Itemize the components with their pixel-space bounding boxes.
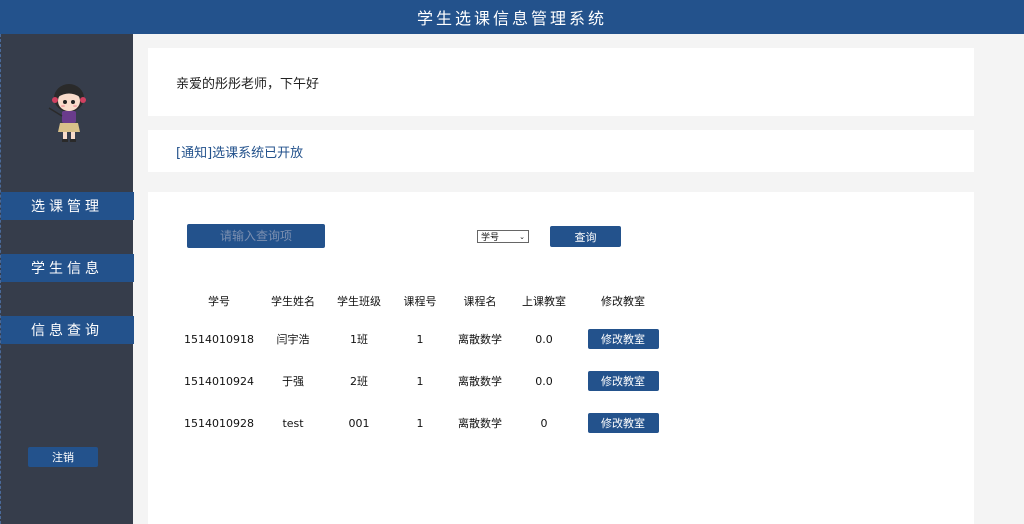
select-value: 学号: [481, 233, 500, 243]
cell-student-id: 1514010928: [184, 416, 254, 430]
edit-classroom-button[interactable]: 修改教室: [587, 371, 659, 391]
column-header: 学号: [208, 295, 230, 308]
sidebar-item-student-info[interactable]: 学生信息: [1, 254, 134, 282]
teacher-avatar: [48, 84, 86, 142]
query-panel: 学号 ⌄ 查询 学号 学生姓名 学生班级 课程号 课程名 上课教室 修改教室 1…: [148, 192, 974, 524]
greeting-card: 亲爱的彤彤老师，下午好: [148, 48, 974, 116]
column-header: 课程名: [463, 295, 497, 308]
notice-text[interactable]: [通知]选课系统已开放: [176, 142, 303, 161]
cell-action: 修改教室: [574, 318, 672, 360]
greeting-text: 亲爱的彤彤老师，下午好: [176, 76, 320, 92]
column-header: 学生班级: [337, 295, 381, 308]
column-header: 学生姓名: [271, 295, 315, 308]
search-field-select[interactable]: 学号 ⌄: [477, 230, 529, 243]
logout-button[interactable]: 注销: [28, 447, 98, 467]
cell-student-name: test: [282, 416, 304, 430]
cell-student-id: 1514010924: [184, 374, 254, 388]
cell-course-name: 离散数学: [458, 375, 502, 388]
column-header: 修改教室: [601, 295, 645, 308]
cell-course-no: 1: [416, 374, 424, 388]
cell-class: 2班: [350, 375, 368, 388]
cell-classroom: 0.0: [535, 332, 553, 346]
cell-classroom: 0.0: [535, 374, 553, 388]
sidebar-item-info-query[interactable]: 信息查询: [1, 316, 134, 344]
sidebar-item-label: 学生信息: [31, 261, 103, 277]
cell-course-no: 1: [416, 332, 424, 346]
cell-course-name: 离散数学: [458, 417, 502, 430]
sidebar: 选课管理 学生信息 信息查询 注销: [0, 34, 134, 524]
table-row: 1514010918 闫宇浩 1班 1 离散数学 0.0 修改教室: [176, 318, 672, 360]
cell-classroom: 0: [540, 416, 548, 430]
search-input[interactable]: [187, 224, 325, 248]
notice-card: [通知]选课系统已开放: [148, 130, 974, 172]
app-title: 学生选课信息管理系统: [416, 9, 607, 28]
column-header: 上课教室: [522, 295, 566, 308]
cell-student-name: 于强: [282, 375, 304, 388]
cell-course-no: 1: [416, 416, 424, 430]
table-row: 1514010924 于强 2班 1 离散数学 0.0 修改教室: [176, 360, 672, 402]
sidebar-item-label: 信息查询: [31, 323, 103, 339]
cell-student-name: 闫宇浩: [276, 333, 310, 346]
student-table: 学号 学生姓名 学生班级 课程号 课程名 上课教室 修改教室 151401091…: [176, 284, 672, 444]
cell-student-id: 1514010918: [184, 332, 254, 346]
cell-action: 修改教室: [574, 360, 672, 402]
sidebar-item-label: 选课管理: [31, 199, 103, 215]
app-title-bar: 学生选课信息管理系统: [0, 0, 1024, 34]
cell-action: 修改教室: [574, 402, 672, 444]
sidebar-item-course-management[interactable]: 选课管理: [1, 192, 134, 220]
table-header-row: 学号 学生姓名 学生班级 课程号 课程名 上课教室 修改教室: [176, 284, 672, 318]
table-row: 1514010928 test 001 1 离散数学 0 修改教室: [176, 402, 672, 444]
edit-classroom-button[interactable]: 修改教室: [587, 413, 659, 433]
column-header: 课程号: [403, 295, 437, 308]
cell-class: 001: [348, 416, 370, 430]
chevron-down-icon: ⌄: [519, 232, 525, 241]
edit-classroom-button[interactable]: 修改教室: [587, 329, 659, 349]
cell-class: 1班: [350, 333, 368, 346]
cell-course-name: 离散数学: [458, 333, 502, 346]
query-button[interactable]: 查询: [550, 226, 621, 247]
